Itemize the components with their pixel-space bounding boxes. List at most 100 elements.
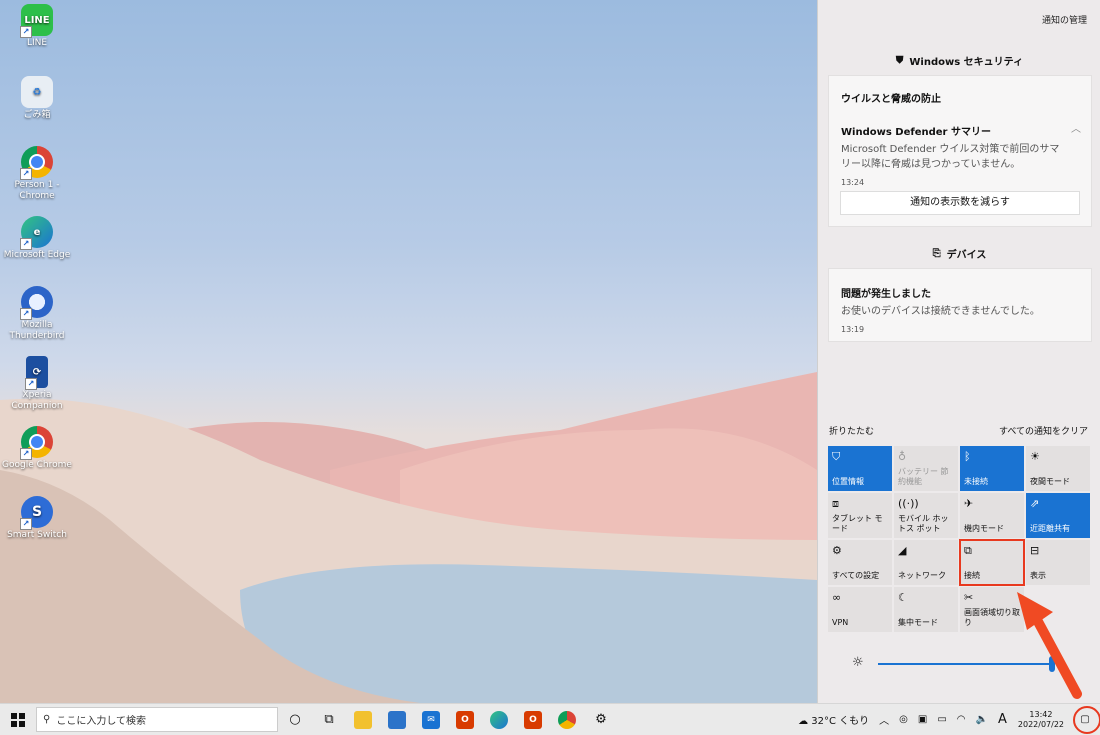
- office-taskbar-button[interactable]: O: [516, 704, 550, 735]
- brightness-handle[interactable]: [1049, 656, 1055, 672]
- manage-notifications-link[interactable]: 通知の管理: [1042, 13, 1087, 26]
- line-app-icon: LINE ↗: [20, 4, 53, 38]
- desktop-icon-label: Smart Switch: [7, 530, 67, 540]
- notification-body: お使いのデバイスは接続できませんでした。: [841, 306, 1040, 317]
- mail-button[interactable]: ✉: [414, 704, 448, 735]
- quick-action-tile[interactable]: ∞ VPN: [828, 587, 892, 632]
- notification-heading: 問題が発生しました: [841, 289, 931, 300]
- desktop-icon-xperia[interactable]: ⟳ ↗ Xperia Companion: [0, 356, 74, 412]
- quick-action-tile[interactable]: ⛉ 位置情報: [828, 446, 892, 491]
- desktop-icon-chrome-profile[interactable]: ↗ Person 1 - Chrome: [0, 146, 74, 202]
- desktop-icon-label: Google Chrome: [2, 460, 72, 470]
- network-icon: ◢: [898, 544, 907, 557]
- desktop-icon-label: Person 1 - Chrome: [14, 180, 60, 201]
- cloud-icon: ☁: [798, 716, 809, 727]
- task-view-icon: ⧉: [324, 712, 334, 727]
- headset-icon[interactable]: ◎: [894, 714, 913, 725]
- quick-action-label: 位置情報: [832, 477, 864, 486]
- chrome-taskbar-button[interactable]: [550, 704, 584, 735]
- night-light-icon: ☀: [1030, 450, 1040, 463]
- airplane-icon: ✈: [964, 497, 974, 510]
- quick-action-label: 画面領域切り取り: [964, 608, 1020, 627]
- nearby-share-icon: ⇗: [1030, 497, 1040, 510]
- quick-action-tile[interactable]: ((·)) モバイル ホットス ポット: [894, 493, 958, 538]
- collapse-link[interactable]: 折りたたむ: [829, 424, 874, 437]
- notification-heading: ウイルスと脅威の防止: [841, 94, 941, 105]
- edge-taskbar-button[interactable]: [482, 704, 516, 735]
- quick-action-tile[interactable]: ⧉ 接続: [959, 539, 1025, 586]
- taskbar-clock[interactable]: 13:42 2022/07/22: [1012, 710, 1070, 730]
- wallpaper: [0, 372, 817, 703]
- quick-action-label: 接続: [964, 571, 980, 580]
- quick-action-tile[interactable]: ⚙ すべての設定: [828, 540, 892, 585]
- battery-icon[interactable]: ▭: [932, 714, 951, 725]
- clock-time: 13:42: [1029, 709, 1053, 719]
- chevron-up-icon[interactable]: ︿: [1071, 120, 1081, 135]
- quick-action-tile[interactable]: ◢ ネットワーク: [894, 540, 958, 585]
- desktop-icon-label: LINE: [26, 38, 48, 48]
- quick-action-label: 表示: [1030, 571, 1046, 580]
- thunderbird-icon: ↗: [20, 286, 53, 320]
- quick-action-tile[interactable]: ⧈ タブレット モード: [828, 493, 892, 538]
- store-button[interactable]: [380, 704, 414, 735]
- bluetooth-icon: ᛒ: [964, 450, 971, 463]
- smart-switch-icon: S ↗: [20, 496, 53, 530]
- weather-widget[interactable]: ☁ 32°C くもり: [793, 712, 874, 727]
- chrome-icon: ↗: [20, 426, 53, 460]
- quick-action-tile[interactable]: ✂ 画面領域切り取り: [960, 587, 1024, 632]
- shield-icon: ⛊: [895, 55, 904, 66]
- clear-all-notifications-link[interactable]: すべての通知をクリア: [999, 424, 1088, 437]
- task-view-button[interactable]: ⧉: [312, 704, 346, 735]
- settings-taskbar-button[interactable]: ⚙: [584, 704, 618, 735]
- desktop-icon-smart-switch[interactable]: S ↗ Smart Switch: [0, 496, 74, 541]
- quick-action-tile[interactable]: ⊟ 表示: [1026, 540, 1090, 585]
- desktop-icon-recycle-bin[interactable]: ♻ ごみ箱: [0, 76, 74, 121]
- brightness-slider[interactable]: ☼: [852, 655, 1092, 672]
- quick-action-tile[interactable]: ᛒ 未接続: [960, 446, 1024, 491]
- chrome-profile-icon: ↗: [20, 146, 53, 180]
- search-icon: ⚲: [43, 714, 51, 725]
- chevron-up-icon[interactable]: ︿: [874, 712, 894, 727]
- quick-action-tile[interactable]: ☀ 夜間モード: [1026, 446, 1090, 491]
- quick-action-tile[interactable]: ☾ 集中モード: [894, 587, 958, 632]
- action-center-button[interactable]: ▢: [1070, 704, 1100, 735]
- desktop-icon-chrome[interactable]: ↗ Google Chrome: [0, 426, 74, 471]
- taskbar: ⚲ ここに入力して検索 ○ ⧉ ✉ O O ⚙ ☁ 32°C くもり ︿ ◎ ▣…: [0, 703, 1100, 735]
- volume-icon[interactable]: 🔈: [971, 714, 993, 725]
- notification-card-devices[interactable]: 問題が発生しました お使いのデバイスは接続できませんでした。 13:19: [828, 268, 1092, 342]
- clock-date: 2022/07/22: [1017, 719, 1064, 729]
- quick-action-tile[interactable]: ♁ バッテリー 節約機能: [894, 446, 958, 491]
- notification-time: 13:19: [841, 325, 865, 334]
- taskbar-search-box[interactable]: ⚲ ここに入力して検索: [36, 707, 278, 732]
- edge-icon: [490, 710, 508, 729]
- battery-saver-icon: ♁: [898, 450, 907, 463]
- brightness-track[interactable]: [878, 663, 1053, 665]
- windows-logo-icon: [11, 712, 25, 727]
- notification-card-security[interactable]: ウイルスと脅威の防止 Windows Defender サマリー ︿ Micro…: [828, 75, 1092, 227]
- desktop-icon-line[interactable]: LINE ↗ LINE: [0, 4, 74, 49]
- ime-indicator[interactable]: A: [993, 712, 1012, 727]
- search-placeholder: ここに入力して検索: [56, 716, 147, 727]
- quick-action-tile[interactable]: ⇗ 近距離共有: [1026, 493, 1090, 538]
- meet-now-icon[interactable]: ▣: [913, 714, 932, 725]
- desktop-icon-thunderbird[interactable]: ↗ Mozilla Thunderbird: [0, 286, 74, 342]
- quick-action-label: バッテリー 節約機能: [898, 467, 949, 486]
- group-title-text: デバイス: [946, 250, 987, 261]
- location-icon: ⛉: [832, 450, 841, 463]
- quick-action-label: 近距離共有: [1030, 524, 1070, 533]
- show-fewer-notifications-button[interactable]: 通知の表示数を減らす: [840, 191, 1080, 215]
- cortana-button[interactable]: ○: [278, 704, 312, 735]
- quick-action-tile[interactable]: ✈ 機内モード: [960, 493, 1024, 538]
- office-icon: O: [456, 710, 474, 729]
- file-explorer-button[interactable]: [346, 704, 380, 735]
- brightness-icon: ☼: [852, 655, 864, 670]
- quick-action-label: 未接続: [964, 477, 988, 486]
- desktop-icon-edge[interactable]: e ↗ Microsoft Edge: [0, 216, 74, 261]
- start-button[interactable]: [0, 704, 36, 735]
- store-icon: [388, 710, 406, 729]
- quick-action-label: 機内モード: [964, 524, 1004, 533]
- wifi-icon[interactable]: ◠: [952, 714, 971, 725]
- xperia-companion-icon: ⟳ ↗: [25, 356, 48, 390]
- cortana-icon: ○: [289, 712, 301, 727]
- office-button[interactable]: O: [448, 704, 482, 735]
